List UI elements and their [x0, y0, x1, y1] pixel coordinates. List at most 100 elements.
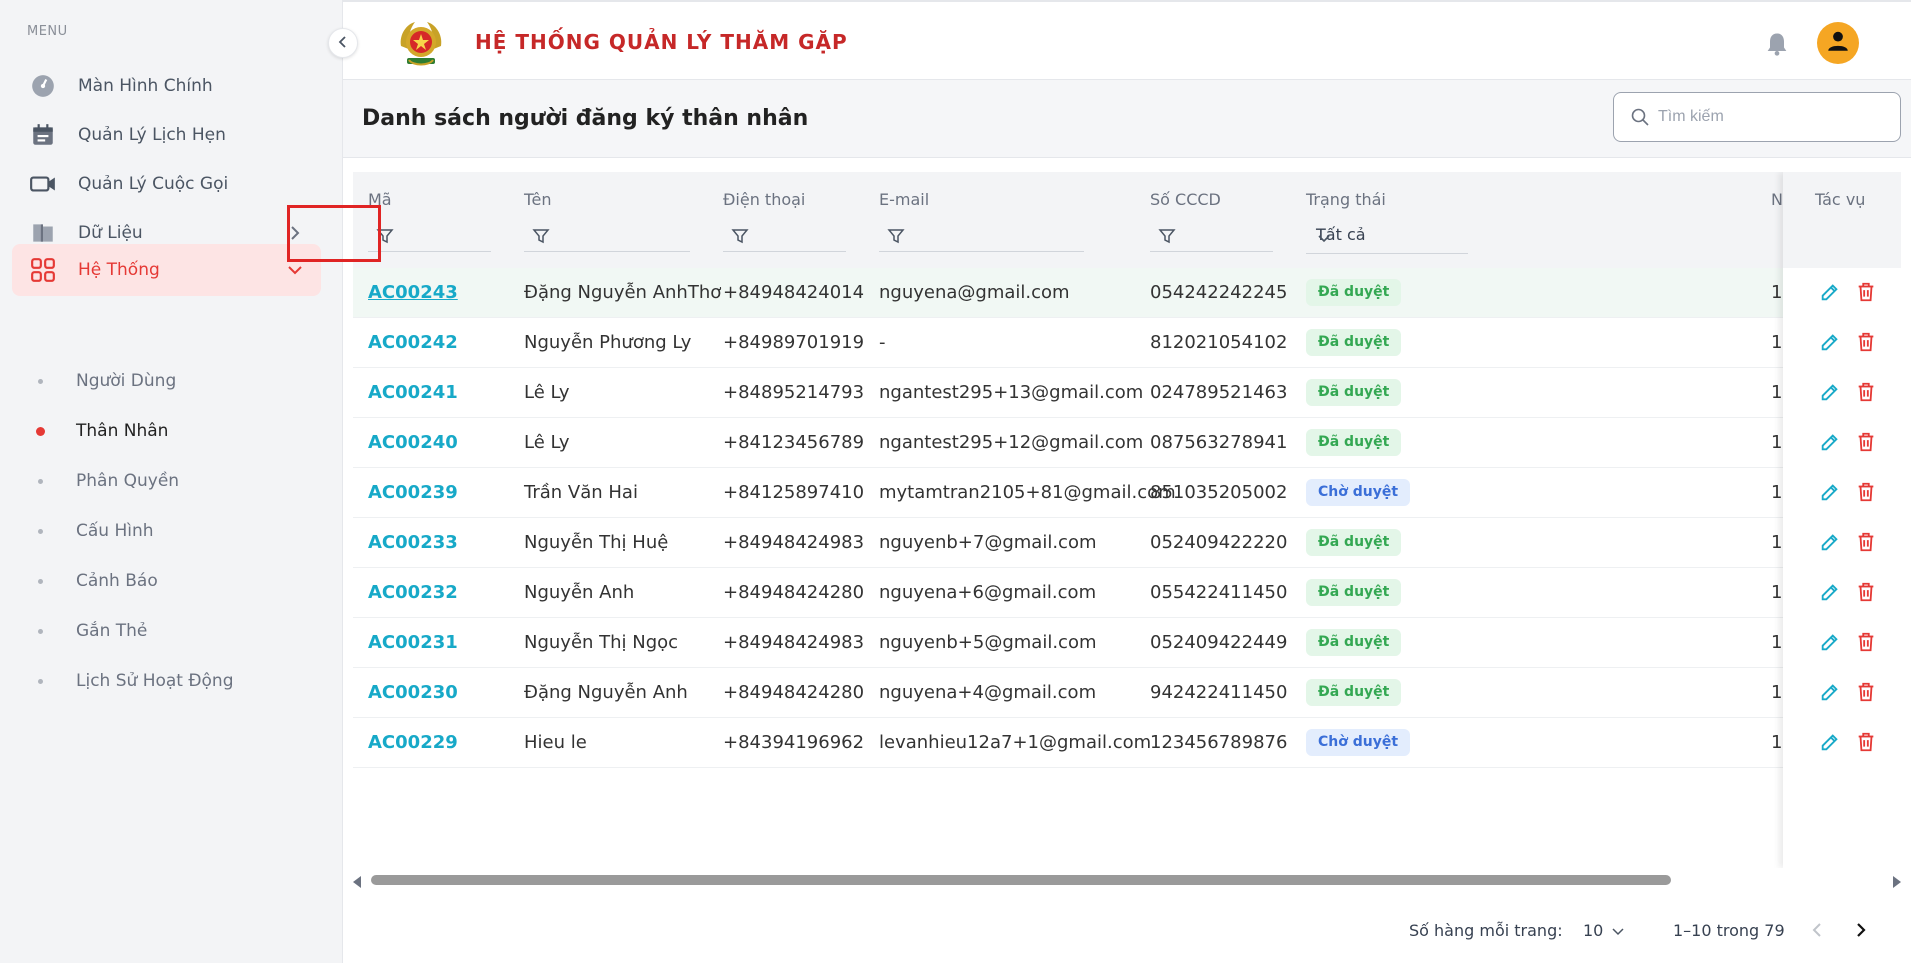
sidebar-subitem-permissions[interactable]: Phân Quyền: [38, 466, 179, 496]
table-row[interactable]: AC00243 Đặng Nguyễn AnhThơ +84948424014 ngu…: [353, 268, 1901, 318]
delete-trash-icon[interactable]: [1855, 631, 1879, 655]
table-row[interactable]: AC00241 Lê Ly +84895214793 ngantest295+13@g…: [353, 368, 1901, 418]
edit-pencil-icon[interactable]: [1819, 381, 1843, 405]
column-header-actions: Tác vụ: [1815, 190, 1866, 209]
record-code-link[interactable]: AC00230: [368, 682, 458, 703]
filter-funnel-icon: [532, 227, 550, 245]
record-code-link[interactable]: AC00241: [368, 382, 458, 403]
sidebar-item-system[interactable]: Hệ Thống: [12, 244, 321, 296]
relatives-table: Mã Tên Điện thoại E-mail Số CCCD Trạng t…: [353, 172, 1901, 868]
filter-name[interactable]: [524, 222, 690, 252]
horizontal-scrollbar[interactable]: [353, 872, 1901, 888]
sidebar-item-label: Dữ Liệu: [78, 223, 143, 243]
scrollbar-thumb[interactable]: [371, 875, 1671, 885]
edit-pencil-icon[interactable]: [1819, 681, 1843, 705]
delete-trash-icon[interactable]: [1855, 331, 1879, 355]
delete-trash-icon[interactable]: [1855, 681, 1879, 705]
sidebar-subitem-alerts[interactable]: Cảnh Báo: [38, 566, 158, 596]
delete-trash-icon[interactable]: [1855, 381, 1879, 405]
edit-pencil-icon[interactable]: [1819, 331, 1843, 355]
record-code-link[interactable]: AC00240: [368, 432, 458, 453]
column-header-cccd[interactable]: Số CCCD: [1150, 190, 1221, 209]
column-header-name[interactable]: Tên: [524, 190, 552, 209]
cell-email: nguyenb+5@gmail.com: [879, 632, 1097, 653]
edit-pencil-icon[interactable]: [1819, 631, 1843, 655]
search-box[interactable]: [1613, 92, 1901, 142]
cell-cccd: 812021054102: [1150, 332, 1288, 353]
sidebar-item-dashboard[interactable]: Màn Hình Chính: [12, 60, 321, 112]
delete-trash-icon[interactable]: [1855, 581, 1879, 605]
scroll-right-arrow-icon[interactable]: [1891, 873, 1901, 892]
record-code-link[interactable]: AC00231: [368, 632, 458, 653]
sidebar-item-label: Hệ Thống: [78, 260, 160, 280]
sidebar-subitem-label: Phân Quyền: [76, 471, 180, 491]
filter-email[interactable]: [879, 222, 1084, 252]
delete-trash-icon[interactable]: [1855, 431, 1879, 455]
table-row[interactable]: AC00242 Nguyễn Phương Ly +84989701919- 8120…: [353, 318, 1901, 368]
cell-email: nguyenb+7@gmail.com: [879, 532, 1097, 553]
record-code-link[interactable]: AC00239: [368, 482, 458, 503]
active-dot: [36, 426, 45, 436]
cell-email: ngantest295+13@gmail.com: [879, 382, 1144, 403]
table-row[interactable]: AC00229 Hieu le +84394196962 levanhieu12a7+…: [353, 718, 1901, 768]
rows-per-page-select[interactable]: 10: [1583, 921, 1603, 940]
sidebar-subitem-config[interactable]: Cấu Hình: [38, 516, 154, 546]
delete-trash-icon[interactable]: [1855, 731, 1879, 755]
previous-page-button[interactable]: [1807, 920, 1827, 940]
notification-bell-icon[interactable]: [1763, 30, 1791, 58]
bullet-dot: [38, 378, 43, 384]
scroll-left-arrow-icon[interactable]: [353, 873, 363, 892]
user-avatar[interactable]: [1817, 22, 1859, 64]
cell-email: mytamtran2105+81@gmail.com: [879, 482, 1176, 503]
status-filter-select[interactable]: Tất cả: [1306, 224, 1468, 254]
cell-cccd: 851035205002: [1150, 482, 1288, 503]
table-row[interactable]: AC00232 Nguyễn Anh +84948424280 nguyena+6@g…: [353, 568, 1901, 618]
table-row[interactable]: AC00239 Trần Văn Hai +84125897410 mytamtran…: [353, 468, 1901, 518]
column-header-status[interactable]: Trạng thái: [1306, 190, 1386, 209]
edit-pencil-icon[interactable]: [1819, 531, 1843, 555]
bullet-dot: [38, 478, 43, 484]
police-emblem-logo: [393, 16, 449, 72]
bullet-dot: [38, 528, 43, 534]
delete-trash-icon[interactable]: [1855, 481, 1879, 505]
delete-trash-icon[interactable]: [1855, 531, 1879, 555]
delete-trash-icon[interactable]: [1855, 281, 1879, 305]
sidebar-subitem-activity-log[interactable]: Lịch Sử Hoạt Động: [38, 666, 234, 696]
table-row[interactable]: AC00230 Đặng Nguyễn Anh +84948424280 nguyen…: [353, 668, 1901, 718]
chevron-down-icon[interactable]: [1611, 923, 1625, 937]
sidebar-subitem-tags[interactable]: Gắn Thẻ: [38, 616, 147, 646]
filter-funnel-icon: [731, 227, 749, 245]
next-page-button[interactable]: [1851, 920, 1871, 940]
cell-cccd: 087563278941: [1150, 432, 1288, 453]
column-header-email[interactable]: E-mail: [879, 190, 929, 209]
filter-code[interactable]: [368, 222, 491, 252]
table-row[interactable]: AC00233 Nguyễn Thị Huệ +84948424983 nguyenb…: [353, 518, 1901, 568]
filter-cccd[interactable]: [1150, 222, 1273, 252]
sidebar-item-appointments[interactable]: Quản Lý Lịch Hẹn: [12, 109, 321, 161]
cell-cccd: 123456789876: [1150, 732, 1288, 753]
table-row[interactable]: AC00231 Nguyễn Thị Ngọc +84948424983 nguyen…: [353, 618, 1901, 668]
table-row[interactable]: AC00240 Lê Ly +84123456789 ngantest295+12@g…: [353, 418, 1901, 468]
record-code-link[interactable]: AC00232: [368, 582, 458, 603]
edit-pencil-icon[interactable]: [1819, 281, 1843, 305]
sidebar-subitem-users[interactable]: Người Dùng: [38, 366, 176, 396]
edit-pencil-icon[interactable]: [1819, 731, 1843, 755]
edit-pencil-icon[interactable]: [1819, 581, 1843, 605]
user-icon: [1825, 28, 1851, 58]
status-badge: Đã duyệt: [1306, 329, 1402, 356]
sidebar-subitem-relatives[interactable]: Thân Nhân: [36, 416, 168, 446]
record-code-link[interactable]: AC00242: [368, 332, 458, 353]
record-code-link[interactable]: AC00229: [368, 732, 458, 753]
cell-phone: +84123456789: [723, 432, 865, 453]
column-header-phone[interactable]: Điện thoại: [723, 190, 805, 209]
cell-truncated: 1: [1771, 532, 1783, 553]
edit-pencil-icon[interactable]: [1819, 481, 1843, 505]
record-code-link[interactable]: AC00243: [368, 282, 458, 303]
cell-name: Trần Văn Hai: [524, 482, 638, 503]
filter-phone[interactable]: [723, 222, 846, 252]
search-input[interactable]: [1658, 108, 1898, 126]
edit-pencil-icon[interactable]: [1819, 431, 1843, 455]
record-code-link[interactable]: AC00233: [368, 532, 458, 553]
collapse-sidebar-button[interactable]: [328, 28, 358, 58]
sidebar-item-calls[interactable]: Quản Lý Cuộc Gọi: [12, 158, 321, 210]
